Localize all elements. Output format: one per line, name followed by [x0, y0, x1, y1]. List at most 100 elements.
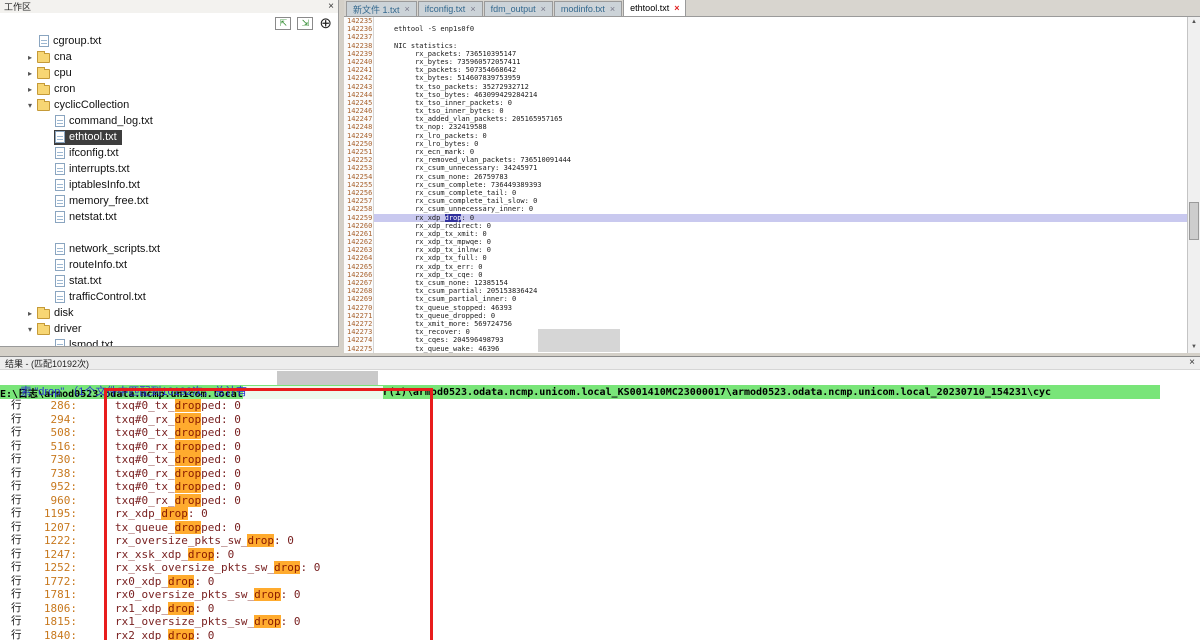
- result-row[interactable]: 行1781:rx0_oversize_pkts_sw_drop: 0: [0, 588, 1200, 602]
- result-row[interactable]: 行1252:rx_xsk_oversize_pkts_sw_drop: 0: [0, 561, 1200, 575]
- editor-line[interactable]: 142259 rx_xdp_drop: 0: [344, 214, 1187, 222]
- editor-line[interactable]: 142243 tx_tso_packets: 35272932712: [344, 83, 1187, 91]
- tree-item-cgroup-txt[interactable]: cgroup.txt: [0, 33, 338, 49]
- editor-line[interactable]: 142267 tx_csum_none: 12385154: [344, 279, 1187, 287]
- editor-line[interactable]: 142252 rx_removed_vlan_packets: 73651009…: [344, 156, 1187, 164]
- result-row[interactable]: 行1207:tx_queue_dropped: 0: [0, 521, 1200, 535]
- editor-line[interactable]: 142262 rx_xdp_tx_mpwqe: 0: [344, 238, 1187, 246]
- tree-item-body[interactable]: cpu: [36, 66, 77, 81]
- result-row[interactable]: 行952:txq#0_tx_dropped: 0: [0, 480, 1200, 494]
- editor-line[interactable]: 142274 tx_cqes: 204596498793: [344, 336, 1187, 344]
- editor-line[interactable]: 142241 tx_packets: 507354668642: [344, 66, 1187, 74]
- editor-line[interactable]: 142235: [344, 17, 1187, 25]
- editor-line[interactable]: 142239 rx_packets: 736510395147: [344, 50, 1187, 58]
- editor-line[interactable]: 142244 tx_tso_bytes: 463099429284214: [344, 91, 1187, 99]
- tree-item-ifconfig-txt[interactable]: ifconfig.txt: [0, 145, 338, 161]
- tab-close-icon[interactable]: ×: [541, 5, 546, 14]
- editor-line[interactable]: 142255 rx_csum_complete: 736449389393: [344, 181, 1187, 189]
- result-row[interactable]: 行730:txq#0_tx_dropped: 0: [0, 453, 1200, 467]
- editor-line[interactable]: 142263 rx_xdp_tx_inlnw: 0: [344, 246, 1187, 254]
- tree-item-command-log-txt[interactable]: command_log.txt: [0, 113, 338, 129]
- chevron-right-icon[interactable]: ▸: [24, 53, 36, 62]
- result-row[interactable]: 行516:txq#0_rx_dropped: 0: [0, 440, 1200, 454]
- results-close-icon[interactable]: ×: [1189, 358, 1195, 368]
- scroll-up-icon[interactable]: ▲: [1188, 17, 1200, 28]
- tab-close-icon[interactable]: ×: [405, 5, 410, 14]
- editor-line[interactable]: 142240 rx_bytes: 735960572057411: [344, 58, 1187, 66]
- tree-item-trafficcontrol-txt[interactable]: trafficControl.txt: [0, 289, 338, 305]
- editor-line[interactable]: 142253 rx_csum_unnecessary: 34245971: [344, 164, 1187, 172]
- scroll-down-icon[interactable]: ▼: [1188, 342, 1200, 353]
- tree-item-cron[interactable]: ▸cron: [0, 81, 338, 97]
- editor-line[interactable]: 142275 tx_queue_wake: 46396: [344, 345, 1187, 353]
- editor-line[interactable]: 142260 rx_xdp_redirect: 0: [344, 222, 1187, 230]
- editor-line[interactable]: 142238NIC statistics:: [344, 42, 1187, 50]
- tree-item-netstat-txt[interactable]: netstat.txt: [0, 209, 338, 225]
- result-row[interactable]: 行1806:rx1_xdp_drop: 0: [0, 602, 1200, 616]
- tree-item-iptablesinfo-txt[interactable]: iptablesInfo.txt: [0, 177, 338, 193]
- tree-item-body[interactable]: interrupts.txt: [54, 162, 135, 177]
- editor-vertical-scrollbar[interactable]: ▲ ▼: [1187, 17, 1200, 353]
- tree-item-ethtool-txt[interactable]: ethtool.txt: [0, 129, 338, 145]
- workspace-close-icon[interactable]: ×: [328, 2, 334, 12]
- editor-line[interactable]: 142251 rx_ecn_mark: 0: [344, 148, 1187, 156]
- editor-line[interactable]: 142261 rx_xdp_tx_xmit: 0: [344, 230, 1187, 238]
- tree-item-body[interactable]: memory_free.txt: [54, 194, 153, 209]
- tree-item-disk[interactable]: ▸disk: [0, 305, 338, 321]
- chevron-right-icon[interactable]: ▸: [24, 85, 36, 94]
- tab-modinfo-txt[interactable]: modinfo.txt×: [554, 1, 622, 16]
- tab-ifconfig-txt[interactable]: ifconfig.txt×: [418, 1, 483, 16]
- chevron-down-icon[interactable]: ▾: [24, 101, 36, 110]
- tab-ethtool-txt[interactable]: ethtool.txt×: [623, 0, 686, 16]
- tree-item-body[interactable]: cna: [36, 50, 77, 65]
- tree-item-body[interactable]: cgroup.txt: [38, 34, 106, 49]
- result-row[interactable]: 行294:txq#0_rx_dropped: 0: [0, 413, 1200, 427]
- tree-item-body[interactable]: driver: [36, 322, 87, 337]
- tab-close-icon[interactable]: ×: [470, 5, 475, 14]
- result-row[interactable]: 行1247:rx_xsk_xdp_drop: 0: [0, 548, 1200, 562]
- tree-item-body[interactable]: netstat.txt: [54, 210, 122, 225]
- tree-item-stat-txt[interactable]: stat.txt: [0, 273, 338, 289]
- editor-line[interactable]: 142236ethtool -S enp1s0f0: [344, 25, 1187, 33]
- editor-line[interactable]: 142250 rx_lro_bytes: 0: [344, 140, 1187, 148]
- tree-item-cna[interactable]: ▸cna: [0, 49, 338, 65]
- editor-line[interactable]: 142256 rx_csum_complete_tail: 0: [344, 189, 1187, 197]
- editor-line[interactable]: 142237: [344, 33, 1187, 41]
- tree-item-routeinfo-txt[interactable]: routeInfo.txt: [0, 257, 338, 273]
- tree-item-body[interactable]: lsmod.txt: [54, 338, 118, 347]
- result-row[interactable]: 行1195:rx_xdp_drop: 0: [0, 507, 1200, 521]
- result-row[interactable]: 行738:txq#0_rx_dropped: 0: [0, 467, 1200, 481]
- tree-item-body[interactable]: command_log.txt: [54, 114, 158, 129]
- tree-item-body[interactable]: stat.txt: [54, 274, 106, 289]
- tree-item-cycliccollection[interactable]: ▾cyclicCollection: [0, 97, 338, 113]
- tree-item-body[interactable]: ethtool.txt: [54, 130, 122, 145]
- tree-item-body[interactable]: cyclicCollection: [36, 98, 134, 113]
- editor-line[interactable]: 142268 tx_csum_partial: 205153836424: [344, 287, 1187, 295]
- tree-item-driver[interactable]: ▾driver: [0, 321, 338, 337]
- tree-item-body[interactable]: trafficControl.txt: [54, 290, 151, 305]
- tree-item-memory-free-txt[interactable]: memory_free.txt: [0, 193, 338, 209]
- result-row[interactable]: 行1222:rx_oversize_pkts_sw_drop: 0: [0, 534, 1200, 548]
- tab-fdm-output[interactable]: fdm_output×: [484, 1, 553, 16]
- tree-item-network-scripts-txt[interactable]: network_scripts.txt: [0, 241, 338, 257]
- result-row[interactable]: 行286:txq#0_tx_dropped: 0: [0, 399, 1200, 413]
- result-row[interactable]: 行1840:rx2_xdp_drop: 0: [0, 629, 1200, 640]
- editor-line[interactable]: 142258 rx_csum_unnecessary_inner: 0: [344, 205, 1187, 213]
- tab-1-txt[interactable]: 新文件 1.txt×: [346, 1, 417, 16]
- tree-item-lsmod-txt[interactable]: lsmod.txt: [0, 337, 338, 346]
- tree-item-body[interactable]: iptablesInfo.txt: [54, 178, 145, 193]
- editor-line[interactable]: 142254 rx_csum_none: 26759783: [344, 173, 1187, 181]
- editor-line[interactable]: 142246 tx_tso_inner_bytes: 0: [344, 107, 1187, 115]
- editor-line[interactable]: 142264 rx_xdp_tx_full: 0: [344, 254, 1187, 262]
- tab-close-icon[interactable]: ×: [674, 4, 679, 13]
- result-row[interactable]: 行508:txq#0_tx_dropped: 0: [0, 426, 1200, 440]
- result-row[interactable]: 行960:txq#0_rx_dropped: 0: [0, 494, 1200, 508]
- chevron-right-icon[interactable]: ▸: [24, 309, 36, 318]
- editor-content[interactable]: 142235142236ethtool -S enp1s0f0142237142…: [344, 17, 1187, 353]
- result-row[interactable]: 行1815:rx1_oversize_pkts_sw_drop: 0: [0, 615, 1200, 629]
- editor-line[interactable]: 142266 rx_xdp_tx_cqe: 0: [344, 271, 1187, 279]
- editor-line[interactable]: 142270 tx_queue_stopped: 46393: [344, 304, 1187, 312]
- tree-item-body[interactable]: disk: [36, 306, 79, 321]
- tree-item-body[interactable]: cron: [36, 82, 80, 97]
- expand-all-icon[interactable]: ⇱: [275, 17, 291, 30]
